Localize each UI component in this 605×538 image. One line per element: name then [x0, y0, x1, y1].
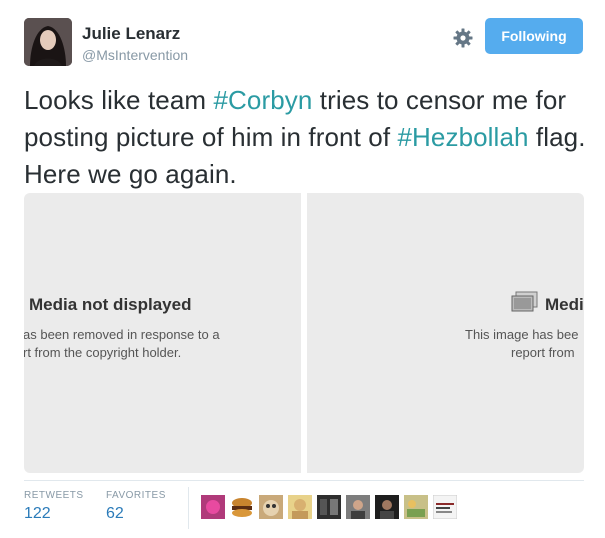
- author-handle[interactable]: @MsIntervention: [82, 47, 188, 63]
- favoriter-avatar[interactable]: [404, 495, 428, 519]
- hashtag-corbyn[interactable]: #Corbyn: [213, 85, 312, 115]
- retweets-count[interactable]: 122: [24, 505, 51, 523]
- tweet-text: Looks like team #Corbyn tries to censor …: [24, 82, 594, 193]
- favorites-label: FAVORITES: [106, 490, 166, 501]
- gear-icon[interactable]: [452, 27, 474, 49]
- media-panel-right[interactable]: Medi This image has bee report from: [307, 193, 584, 473]
- favoriter-avatar[interactable]: [346, 495, 370, 519]
- favoriter-avatar[interactable]: [230, 495, 254, 519]
- retweets-label: RETWEETS: [24, 490, 84, 501]
- favoriter-avatar[interactable]: [259, 495, 283, 519]
- favorites-count[interactable]: 62: [106, 505, 124, 523]
- media-description-line: report from: [511, 345, 575, 360]
- image-icon: [511, 291, 539, 313]
- favoriter-avatar[interactable]: [375, 495, 399, 519]
- favoriter-avatar[interactable]: [432, 494, 458, 520]
- tweet-text-segment: Looks like team: [24, 85, 214, 115]
- stats-divider: [24, 480, 584, 481]
- favoriter-avatar[interactable]: [288, 495, 312, 519]
- favoriter-avatar[interactable]: [201, 495, 225, 519]
- stats-separator: [188, 487, 189, 529]
- media-title: Medi: [545, 295, 584, 314]
- media-description-line: as been removed in response to a: [24, 327, 220, 342]
- media-description: as been removed in response to a rt from…: [24, 326, 220, 362]
- avatar[interactable]: [24, 18, 72, 66]
- media-panel-left[interactable]: Media not displayed as been removed in r…: [24, 193, 301, 473]
- media-title: Media not displayed: [29, 295, 192, 314]
- following-button[interactable]: Following: [485, 18, 583, 54]
- favoriter-avatar[interactable]: [317, 495, 341, 519]
- author-name[interactable]: Julie Lenarz: [82, 24, 180, 44]
- media-description-line: rt from the copyright holder.: [24, 345, 182, 360]
- hashtag-hezbollah[interactable]: #Hezbollah: [397, 122, 528, 152]
- media-description-line: This image has bee: [465, 327, 579, 342]
- media-description: This image has bee report from: [465, 326, 578, 362]
